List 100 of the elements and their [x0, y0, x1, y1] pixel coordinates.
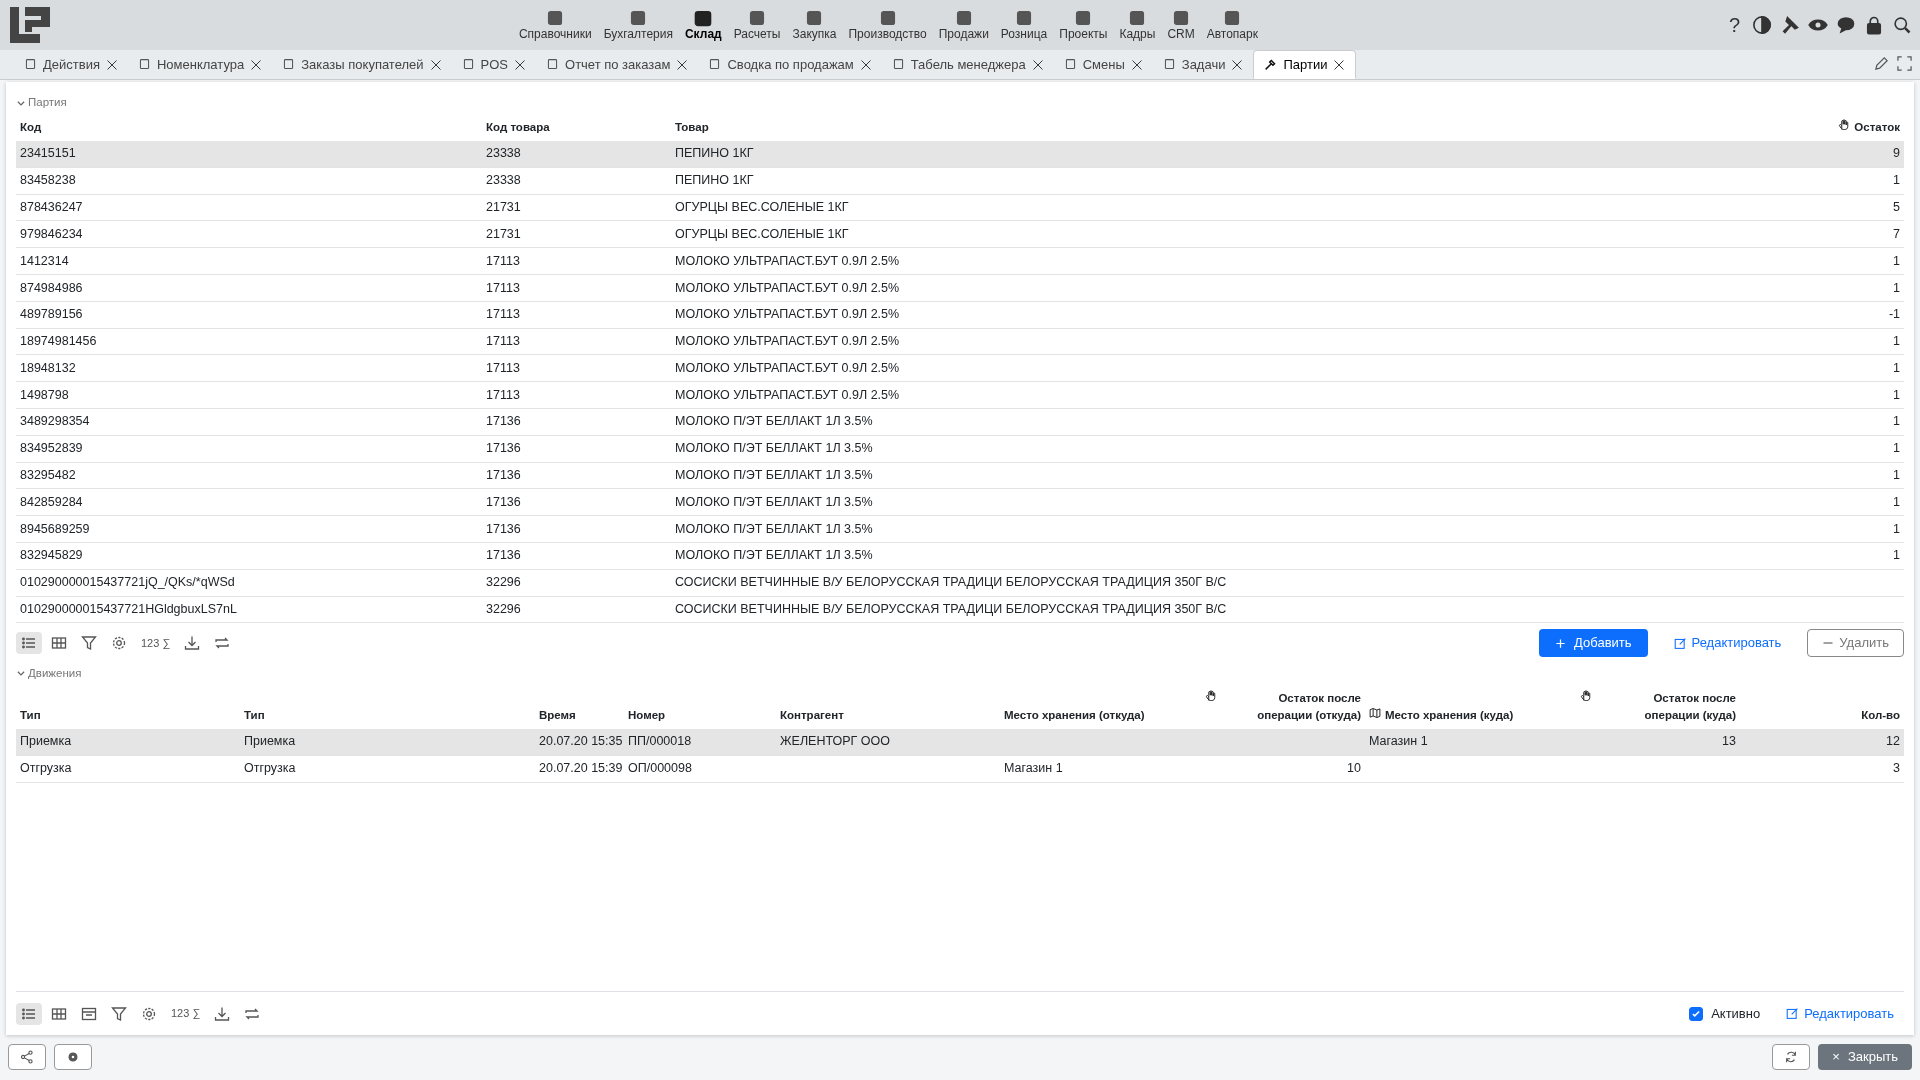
- table-row[interactable]: 3489298354 17136 МОЛОКО П/ЭТ БЕЛЛАКТ 1Л 3.5% 1: [16, 408, 1904, 436]
- table-cell: 83458238: [20, 173, 76, 188]
- table-cell: 1412314: [20, 253, 69, 268]
- table-row[interactable]: 878436247 21731 ОГУРЦЫ ВЕС.СОЛЕНЫЕ 1КГ 5: [16, 194, 1904, 221]
- active-checkbox[interactable]: Активно: [1689, 1003, 1761, 1024]
- lock-icon[interactable]: [1864, 15, 1884, 35]
- menu-item[interactable]: Проекты: [1053, 6, 1114, 44]
- close-icon: [1130, 58, 1143, 71]
- tab-icon: [1063, 58, 1077, 71]
- totals-button[interactable]: 123 ∑: [136, 631, 176, 655]
- table-cell: 18974981456: [20, 334, 97, 349]
- table-row[interactable]: 1412314 17113 МОЛОКО УЛЬТРАПАСТ.БУТ 0.9Л 2.5% 1: [16, 247, 1904, 275]
- menu-item[interactable]: Розница: [994, 6, 1054, 44]
- table-cell: 842859284: [20, 494, 83, 509]
- table-cell: 3489298354: [20, 414, 90, 429]
- close-icon: [676, 58, 689, 71]
- table-cell: ОГУРЦЫ ВЕС.СОЛЕНЫЕ 1КГ: [675, 200, 849, 215]
- close-icon: [1031, 58, 1044, 71]
- table-cell: Отгрузка: [20, 761, 72, 776]
- table-row[interactable]: 1498798 17113 МОЛОКО УЛЬТРАПАСТ.БУТ 0.9Л 2.5% 1: [16, 381, 1904, 409]
- contrast-icon[interactable]: [1752, 15, 1772, 35]
- table-row[interactable]: 18974981456 17113 МОЛОКО УЛЬТРАПАСТ.БУТ 0.9Л 2.5% 1: [16, 328, 1904, 355]
- table-cell: МОЛОКО УЛЬТРАПАСТ.БУТ 0.9Л 2.5%: [675, 387, 900, 402]
- settings-button[interactable]: [54, 1044, 92, 1070]
- add-button[interactable]: Добавить: [1539, 629, 1648, 657]
- table-cell: 1: [1893, 414, 1900, 429]
- table-cell: 1: [1893, 441, 1900, 456]
- table-cell: -1: [1888, 307, 1900, 322]
- share-button[interactable]: [8, 1044, 46, 1070]
- table-row[interactable]: Отгрузка Отгрузка 20.07.20 15:39 ОП/000098 Магазин 1 10 3: [16, 755, 1904, 783]
- tab[interactable]: Табель менеджера: [881, 50, 1054, 79]
- toolbar-button[interactable]: [16, 1002, 42, 1025]
- toolbar-button[interactable]: [16, 632, 42, 655]
- table-row[interactable]: 010290000015437721jQ_/QKs/*qWSd 32296 СОСИСКИ ВЕТЧИННЫЕ В/У БЕЛОРУССКАЯ ТРАДИЦИ БЕЛОРУССКАЯ ТРАДИЦИЯ 350Г В/С: [16, 569, 1904, 597]
- tab[interactable]: Смены: [1053, 50, 1153, 79]
- tab[interactable]: POS: [451, 50, 536, 79]
- column-header: Тип: [16, 686, 240, 729]
- close-button[interactable]: × Закрыть: [1818, 1044, 1912, 1070]
- table-cell: МОЛОКО П/ЭТ БЕЛЛАКТ 1Л 3.5%: [675, 441, 873, 456]
- table-row[interactable]: 832945829 17136 МОЛОКО П/ЭТ БЕЛЛАКТ 1Л 3.5% 1: [16, 542, 1904, 570]
- table-cell: 17136: [486, 468, 521, 483]
- menu-item[interactable]: Расчеты: [727, 6, 787, 44]
- search-icon[interactable]: [1892, 15, 1912, 35]
- table-cell: ЖЕЛЕНТОРГ ООО: [780, 734, 890, 749]
- table-cell: СОСИСКИ ВЕТЧИННЫЕ В/У БЕЛОРУССКАЯ ТРАДИЦИ БЕЛОРУССКАЯ ТРАДИЦИЯ 350Г В/С: [675, 575, 1227, 590]
- table-row[interactable]: 010290000015437721HGldgbuxLS7nL 32296 СОСИСКИ ВЕТЧИННЫЕ В/У БЕЛОРУССКАЯ ТРАДИЦИ БЕЛОРУССКАЯ ТРАДИЦИЯ 350Г В/С: [16, 596, 1904, 623]
- table-cell: 17136: [486, 548, 521, 563]
- table-cell: Отгрузка: [244, 761, 296, 776]
- tab[interactable]: Сводка по продажам: [698, 50, 882, 79]
- refresh-button[interactable]: [1772, 1044, 1811, 1070]
- hand-icon: [1580, 690, 1592, 703]
- menu-item[interactable]: Продажи: [932, 6, 995, 44]
- help-button[interactable]: ?: [1724, 15, 1744, 35]
- tab-icon: [891, 58, 905, 71]
- edit-button[interactable]: Редактировать: [1663, 629, 1792, 657]
- tab[interactable]: Действия: [14, 50, 128, 79]
- table-row[interactable]: 83458238 23338 ПЕПИНО 1КГ 1: [16, 167, 1904, 195]
- tab[interactable]: Задачи: [1152, 50, 1254, 79]
- menu-item[interactable]: Склад: [678, 6, 728, 44]
- filter-icon: [111, 1005, 127, 1022]
- menu-item[interactable]: Производство: [842, 6, 933, 44]
- totals-button[interactable]: 123 ∑: [166, 1002, 206, 1025]
- map-icon: [1369, 707, 1381, 720]
- table-row[interactable]: 489789156 17113 МОЛОКО УЛЬТРАПАСТ.БУТ 0.9Л 2.5% -1: [16, 301, 1904, 329]
- section-header[interactable]: Движения: [16, 664, 1904, 683]
- logo-icon[interactable]: [8, 5, 52, 45]
- table-cell: МОЛОКО УЛЬТРАПАСТ.БУТ 0.9Л 2.5%: [675, 307, 900, 322]
- edit-icon: [1786, 1007, 1800, 1020]
- delete-button[interactable]: Удалить: [1807, 629, 1904, 657]
- table-cell: 1: [1893, 360, 1900, 375]
- menu-item[interactable]: Закупка: [786, 6, 843, 44]
- table-row[interactable]: Приемка Приемка 20.07.20 15:35 ПП/000018 ЖЕЛЕНТОРГ ООО Магазин 1 13 12: [16, 728, 1904, 756]
- menu-item[interactable]: Бухгалтерия: [597, 6, 679, 44]
- column-header: Место хранения (откуда): [1000, 686, 1190, 729]
- table-row[interactable]: 874984986 17113 МОЛОКО УЛЬТРАПАСТ.БУТ 0.9Л 2.5% 1: [16, 274, 1904, 302]
- edit-button[interactable]: Редактировать: [1776, 999, 1904, 1028]
- tab[interactable]: Номенклатура: [127, 50, 273, 79]
- menu-item[interactable]: Кадры: [1113, 6, 1162, 44]
- table-row[interactable]: 834952839 17136 МОЛОКО П/ЭТ БЕЛЛАКТ 1Л 3.5% 1: [16, 435, 1904, 463]
- chat-icon[interactable]: [1836, 15, 1856, 35]
- tab[interactable]: Партии: [1253, 50, 1357, 79]
- table-cell: МОЛОКО П/ЭТ БЕЛЛАКТ 1Л 3.5%: [675, 548, 873, 563]
- table-cell: 1: [1893, 173, 1900, 188]
- table-row[interactable]: 8945689259 17136 МОЛОКО П/ЭТ БЕЛЛАКТ 1Л 3.5% 1: [16, 515, 1904, 543]
- table-row[interactable]: 979846234 21731 ОГУРЦЫ ВЕС.СОЛЕНЫЕ 1КГ 7: [16, 220, 1904, 248]
- table-cell: 834952839: [20, 441, 83, 456]
- tab[interactable]: Заказы покупателей: [272, 50, 452, 79]
- table-row[interactable]: 842859284 17136 МОЛОКО П/ЭТ БЕЛЛАКТ 1Л 3.5% 1: [16, 488, 1904, 516]
- menu-item[interactable]: Справочники: [512, 6, 598, 44]
- column-header: Остаток после операции (куда): [1643, 691, 1736, 724]
- menu-item[interactable]: Автопарк: [1200, 6, 1264, 44]
- table-row[interactable]: 83295482 17136 МОЛОКО П/ЭТ БЕЛЛАКТ 1Л 3.5% 1: [16, 462, 1904, 489]
- column-header: Товар: [674, 120, 710, 136]
- menu-item[interactable]: CRM: [1161, 6, 1201, 44]
- tab[interactable]: Отчет по заказам: [536, 50, 699, 79]
- table-row[interactable]: 18948132 17113 МОЛОКО УЛЬТРАПАСТ.БУТ 0.9Л 2.5% 1: [16, 354, 1904, 382]
- table-cell: ПП/000018: [628, 734, 692, 749]
- download-icon: [214, 1005, 231, 1022]
- section-header[interactable]: Партия: [16, 94, 1904, 112]
- check-icon: [1691, 1008, 1702, 1019]
